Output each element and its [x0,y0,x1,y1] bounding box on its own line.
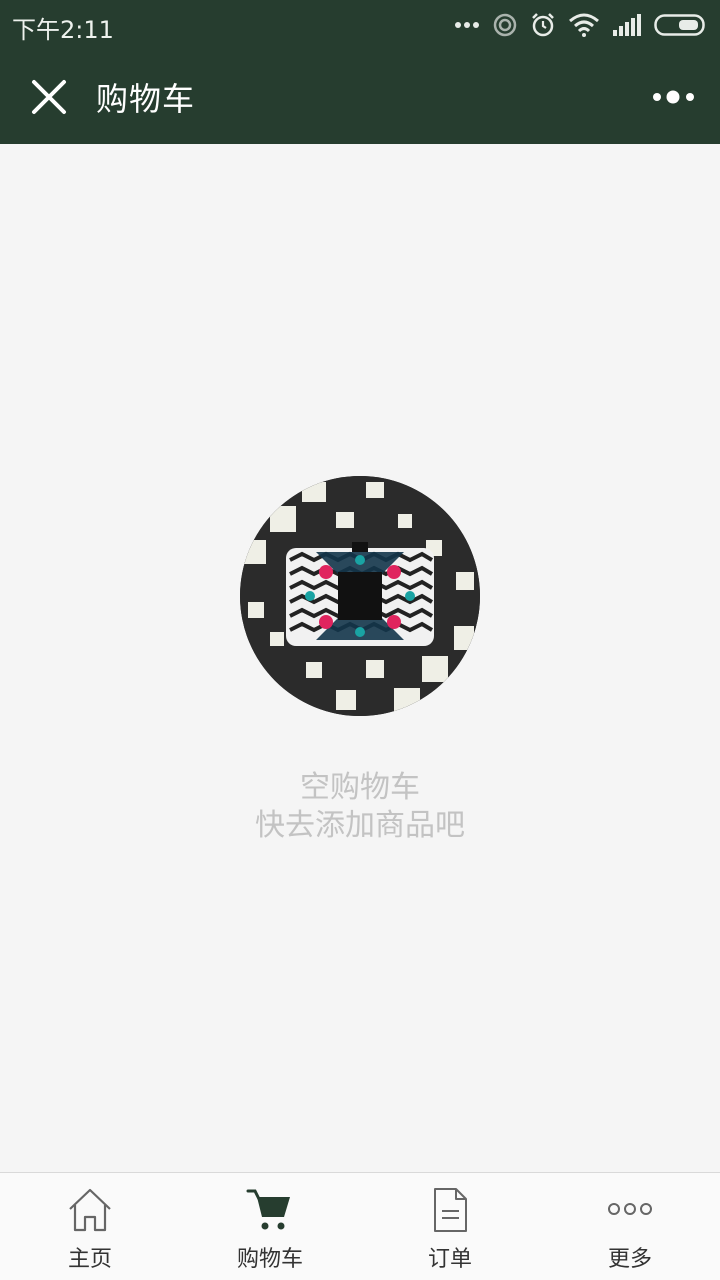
tab-orders[interactable]: 订单 [360,1173,540,1280]
status-icons [454,8,708,42]
alarm-icon [532,13,554,37]
tab-more[interactable]: 更多 [540,1173,720,1280]
tab-orders-label: 订单 [427,1247,472,1272]
more-dots-icon [653,90,694,104]
close-button[interactable] [30,78,68,116]
home-icon [69,1188,111,1232]
battery-icon [654,14,705,36]
tab-cart[interactable]: 购物车 [180,1173,360,1280]
cart-icon [246,1189,290,1230]
empty-cart-image [240,476,480,716]
handbag-product-image [240,476,480,716]
page-title: 购物车 [96,80,196,118]
more-icon [608,1203,652,1215]
status-time: 下午2:11 [12,16,114,44]
notification-dots-icon [455,22,479,28]
tab-cart-label: 购物车 [236,1247,303,1272]
signal-icon [613,14,641,36]
wifi-icon [569,13,599,37]
bottom-tab-bar: 主页 购物车 订单 更多 [0,1172,720,1280]
cart-main: 空购物车 快去添加商品吧 [0,144,720,1172]
tab-more-label: 更多 [607,1247,652,1272]
more-menu-button[interactable] [652,84,696,110]
empty-cart-subtitle: 快去添加商品吧 [255,808,465,843]
status-bar: 下午2:11 [0,0,720,50]
tab-home[interactable]: 主页 [0,1173,180,1280]
tab-home-label: 主页 [67,1247,112,1272]
close-icon [32,80,66,114]
nav-bar: 购物车 [0,50,720,144]
sync-icon [493,13,517,37]
document-icon [434,1188,467,1232]
